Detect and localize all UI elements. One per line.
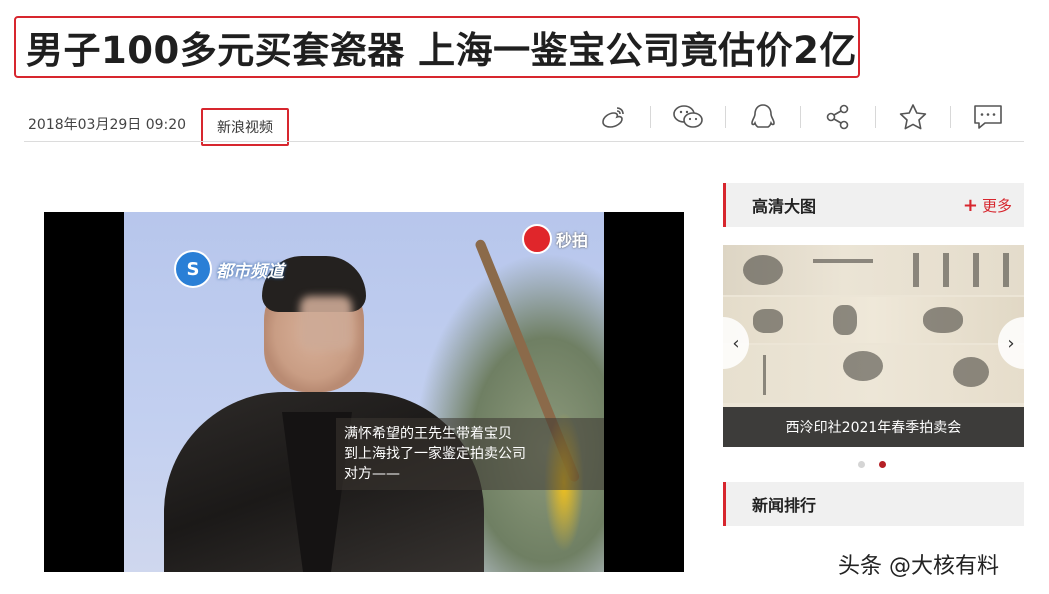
artwork-scroll-2 (723, 297, 1024, 343)
video-frame: S 都市频道 秒拍 满怀希望的王先生带着宝贝 到上海找了一家鉴定拍卖公司 对方—… (124, 212, 604, 572)
more-link[interactable]: + 更多 (963, 195, 1012, 216)
share-divider (950, 106, 951, 128)
news-ranking-title: 新闻排行 (752, 496, 817, 515)
share-divider (875, 106, 876, 128)
more-label: 更多 (981, 197, 1012, 215)
hd-pictures-title: 高清大图 (752, 197, 817, 216)
subtitle-line-1: 满怀希望的王先生带着宝贝 (344, 426, 512, 442)
channel-logo-icon: S (174, 250, 212, 288)
share-icon[interactable] (817, 100, 859, 134)
video-player[interactable]: S 都市频道 秒拍 满怀希望的王先生带着宝贝 到上海找了一家鉴定拍卖公司 对方—… (44, 212, 684, 572)
watermark: 头条 @大核有料 (838, 554, 999, 579)
carousel-dot-1[interactable] (858, 461, 865, 468)
qq-icon[interactable] (742, 100, 784, 134)
artwork-scroll-3 (723, 345, 1024, 403)
wechat-icon[interactable] (667, 100, 709, 134)
picture-carousel[interactable]: ‹ › 西泠印社2021年春季拍卖会 (723, 245, 1024, 447)
article-title-box: 男子100多元买套瓷器 上海一鉴宝公司竟估价2亿 (14, 16, 860, 78)
miaopai-logo-text: 秒拍 (555, 231, 588, 250)
carousel-dots (858, 461, 886, 468)
channel-logo: S 都市频道 (174, 250, 284, 288)
plus-icon: + (962, 195, 978, 216)
share-divider (800, 106, 801, 128)
carousel-dot-2[interactable] (879, 461, 886, 468)
weibo-icon[interactable] (592, 100, 634, 134)
news-ranking-header: 新闻排行 (723, 482, 1024, 526)
share-divider (725, 106, 726, 128)
comment-icon[interactable] (967, 100, 1009, 134)
subtitle-line-2: 到上海找了一家鉴定拍卖公司 (344, 446, 526, 462)
face-blur (300, 296, 352, 350)
share-bar (592, 100, 1009, 134)
video-subtitle: 满怀希望的王先生带着宝贝 到上海找了一家鉴定拍卖公司 对方—— (336, 418, 604, 490)
artwork-scroll-1 (723, 245, 1024, 295)
miaopai-logo-icon (521, 224, 552, 254)
miaopai-logo: 秒拍 (521, 224, 588, 254)
star-icon[interactable] (892, 100, 934, 134)
hd-pictures-header: 高清大图 + 更多 (723, 183, 1024, 227)
article-title: 男子100多元买套瓷器 上海一鉴宝公司竟估价2亿 (26, 29, 857, 72)
carousel-caption[interactable]: 西泠印社2021年春季拍卖会 (723, 407, 1024, 447)
share-divider (650, 106, 651, 128)
header-divider (24, 141, 1024, 142)
channel-logo-text: 都市频道 (216, 261, 284, 282)
subtitle-line-3: 对方—— (344, 466, 400, 482)
publish-date: 2018年03月29日 09:20 (28, 117, 187, 133)
